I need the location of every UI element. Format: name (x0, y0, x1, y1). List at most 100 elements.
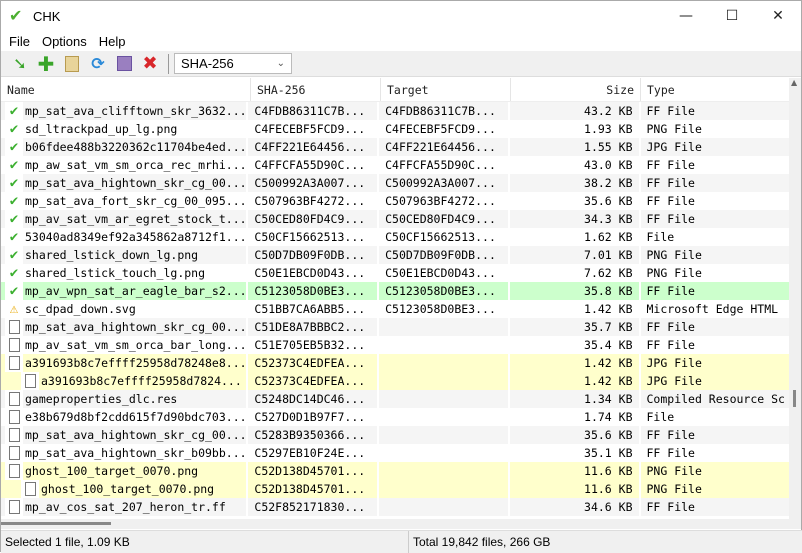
table-row[interactable]: ✔ 53040ad8349ef92a345862a8712f1... C50CF15… (1, 228, 791, 246)
cell-target: C4FDB86311C7B... (379, 102, 508, 120)
status-icon (5, 336, 23, 354)
cell-type: PNG File (646, 266, 702, 280)
file-icon (8, 410, 20, 424)
table-row[interactable]: ✔ mp_sat_ava_clifftown_skr_3632... C4FDB86… (1, 102, 791, 120)
cell-type: Compiled Resource Sc (640, 390, 789, 408)
cell-name: ✔ shared_lstick_down_lg.png (1, 246, 247, 264)
cell-name: ✔ sd_ltrackpad_up_lg.png (1, 120, 246, 138)
cell-name: ✔ mp_sat_ava_hightown_skr_cg_00... (1, 174, 247, 192)
status-icon: ✔ (5, 156, 23, 174)
table-row[interactable]: mp_sat_ava_hightown_skr_cg_00... C5283B93… (1, 426, 791, 444)
column-header-target[interactable]: Target (381, 78, 511, 101)
cell-name: mp_av_sat_vm_sm_orca_bar_long... (1, 336, 246, 354)
table-row[interactable]: ghost_100_target_0070.png C52D138D45701..… (1, 462, 791, 480)
cell-target (379, 462, 508, 480)
cell-sha256: C51DE8A7BBBC2... (248, 318, 378, 336)
import-arrow-icon[interactable]: ➘ (7, 53, 33, 75)
cell-type: FF File (640, 282, 789, 300)
table-row[interactable]: ✔ mp_sat_ava_hightown_skr_cg_00... C500992… (1, 174, 791, 192)
table-row[interactable]: a391693b8c7effff25958d78248e8... C52373C4… (1, 354, 791, 372)
file-name: mp_av_sat_vm_sm_orca_bar_long... (25, 338, 247, 352)
table-row[interactable]: mp_av_cos_sat_207_heron_tr.ff C52F8521718… (1, 498, 791, 516)
close-button[interactable]: ✕ (755, 1, 801, 31)
table-row[interactable]: e38b679d8bf2cdd615f7d90bdc703... C527D0D1… (1, 408, 791, 426)
column-header-type[interactable]: Type (641, 78, 791, 101)
cell-sha256: C50D7DB09F0DB... (248, 246, 378, 264)
cell-name: ✔ 53040ad8349ef92a345862a8712f1... (1, 228, 246, 246)
scroll-up-icon[interactable]: ▲ (791, 78, 797, 87)
cell-size: 1.62 KB (584, 230, 633, 244)
status-icon: ✔ (5, 102, 23, 120)
table-row[interactable]: mp_sat_ava_hightown_skr_b09bb... C5297EB1… (1, 444, 791, 462)
cell-sha256: C50E1EBCD0D43... (254, 266, 366, 280)
cell-type: JPG File (640, 354, 789, 372)
column-header-name[interactable]: Name (1, 78, 251, 101)
cell-target: C5123058D0BE3... (385, 302, 496, 316)
status-icon (5, 498, 23, 516)
vertical-scrollbar[interactable]: ▲ (789, 78, 801, 529)
cell-size: 1.74 KB (584, 410, 633, 424)
file-icon (8, 320, 20, 334)
status-icon (5, 408, 23, 426)
cell-target: C50D7DB09F0DB... (379, 246, 508, 264)
cell-type: JPG File (640, 372, 789, 390)
menu-help[interactable]: Help (93, 34, 132, 49)
column-header-size[interactable]: Size (511, 78, 641, 101)
table-row[interactable]: ✔ mp_sat_ava_fort_skr_cg_00_095... C507963… (1, 192, 791, 210)
cell-size: 1.55 KB (509, 138, 639, 156)
status-icon: ✔ (5, 138, 23, 156)
table-row[interactable]: gameproperties_dlc.res C5248DC14DC46... 1.… (1, 390, 791, 408)
file-name: b06fdee488b3220362c11704be4ed... (25, 140, 247, 154)
cell-target: C500992A3A007... (379, 174, 508, 192)
table-row[interactable]: ✔ shared_lstick_down_lg.png C50D7DB09F0DB.… (1, 246, 791, 264)
cell-type: FF File (646, 158, 695, 172)
minimize-button[interactable]: — (663, 1, 709, 31)
cell-size: 35.1 KB (584, 446, 633, 460)
status-icon (5, 390, 23, 408)
cell-target: C50CED80FD4C9... (379, 210, 508, 228)
table-row[interactable]: ⚠ sc_dpad_down.svg C51BB7CA6ABB5... C512305… (1, 300, 791, 318)
cell-size: 11.6 KB (509, 462, 639, 480)
menu-options[interactable]: Options (36, 34, 93, 49)
cell-type: PNG File (640, 246, 789, 264)
table-row[interactable]: a391693b8c7effff25958d7824... C52373C4EDF… (1, 372, 791, 390)
cell-sha256: C50CF15662513... (254, 230, 366, 244)
cell-sha256: C52373C4EDFEA... (248, 354, 378, 372)
table-row[interactable]: ✔ mp_av_sat_vm_ar_egret_stock_t... C50CED8… (1, 210, 791, 228)
cell-type: FF File (646, 446, 695, 460)
file-name: sc_dpad_down.svg (25, 302, 136, 316)
cell-type: JPG File (640, 138, 789, 156)
maximize-button[interactable]: ☐ (709, 1, 755, 31)
delete-x-icon[interactable]: ✖ (137, 53, 163, 75)
table-row[interactable]: ✔ mp_av_wpn_sat_ar_eagle_bar_s2... C512305… (1, 282, 791, 300)
file-name: mp_aw_sat_vm_sm_orca_rec_mrhi... (25, 158, 247, 172)
refresh-icon[interactable]: ⟳ (85, 53, 111, 75)
open-folder-icon[interactable] (59, 53, 85, 75)
cell-target (379, 318, 508, 336)
cell-size: 1.42 KB (509, 354, 639, 372)
cell-size: 35.7 KB (509, 318, 639, 336)
vertical-scroll-thumb[interactable] (793, 390, 796, 407)
table-row[interactable]: ✔ b06fdee488b3220362c11704be4ed... C4FF221… (1, 138, 791, 156)
table-row[interactable]: ✔ sd_ltrackpad_up_lg.png C4FECEBF5FCD9... C… (1, 120, 791, 138)
verified-check-icon: ✔ (9, 265, 19, 281)
cell-type: File (646, 410, 675, 424)
hash-algorithm-select[interactable]: SHA-256 ⌄ (174, 53, 292, 74)
table-row[interactable]: mp_sat_ava_hightown_skr_cg_00... C51DE8A7… (1, 318, 791, 336)
table-row[interactable]: ✔ mp_aw_sat_vm_sm_orca_rec_mrhi... C4FFCFA… (1, 156, 791, 174)
cell-target: C50E1EBCD0D43... (385, 266, 496, 280)
file-list: Name ^ SHA-256 Target Size Type ✔ mp_sat_a… (1, 78, 791, 519)
table-row[interactable]: ghost_100_target_0070.png C52D138D45701..… (1, 480, 791, 498)
file-icon (24, 374, 36, 388)
add-plus-icon[interactable]: ✚ (33, 52, 59, 76)
cell-name: ✔ shared_lstick_touch_lg.png (1, 264, 246, 282)
cell-size: 43.0 KB (584, 158, 633, 172)
menu-file[interactable]: File (3, 34, 36, 49)
table-row[interactable]: mp_av_sat_vm_sm_orca_bar_long... C51E705E… (1, 336, 791, 354)
horizontal-scrollbar[interactable] (1, 519, 791, 529)
save-disk-icon[interactable] (111, 53, 137, 75)
table-row[interactable]: ✔ shared_lstick_touch_lg.png C50E1EBCD0D43… (1, 264, 791, 282)
column-header-sha256[interactable]: ^ SHA-256 (251, 78, 381, 101)
horizontal-scroll-thumb[interactable] (1, 522, 111, 525)
menu-bar: File Options Help (1, 31, 801, 51)
